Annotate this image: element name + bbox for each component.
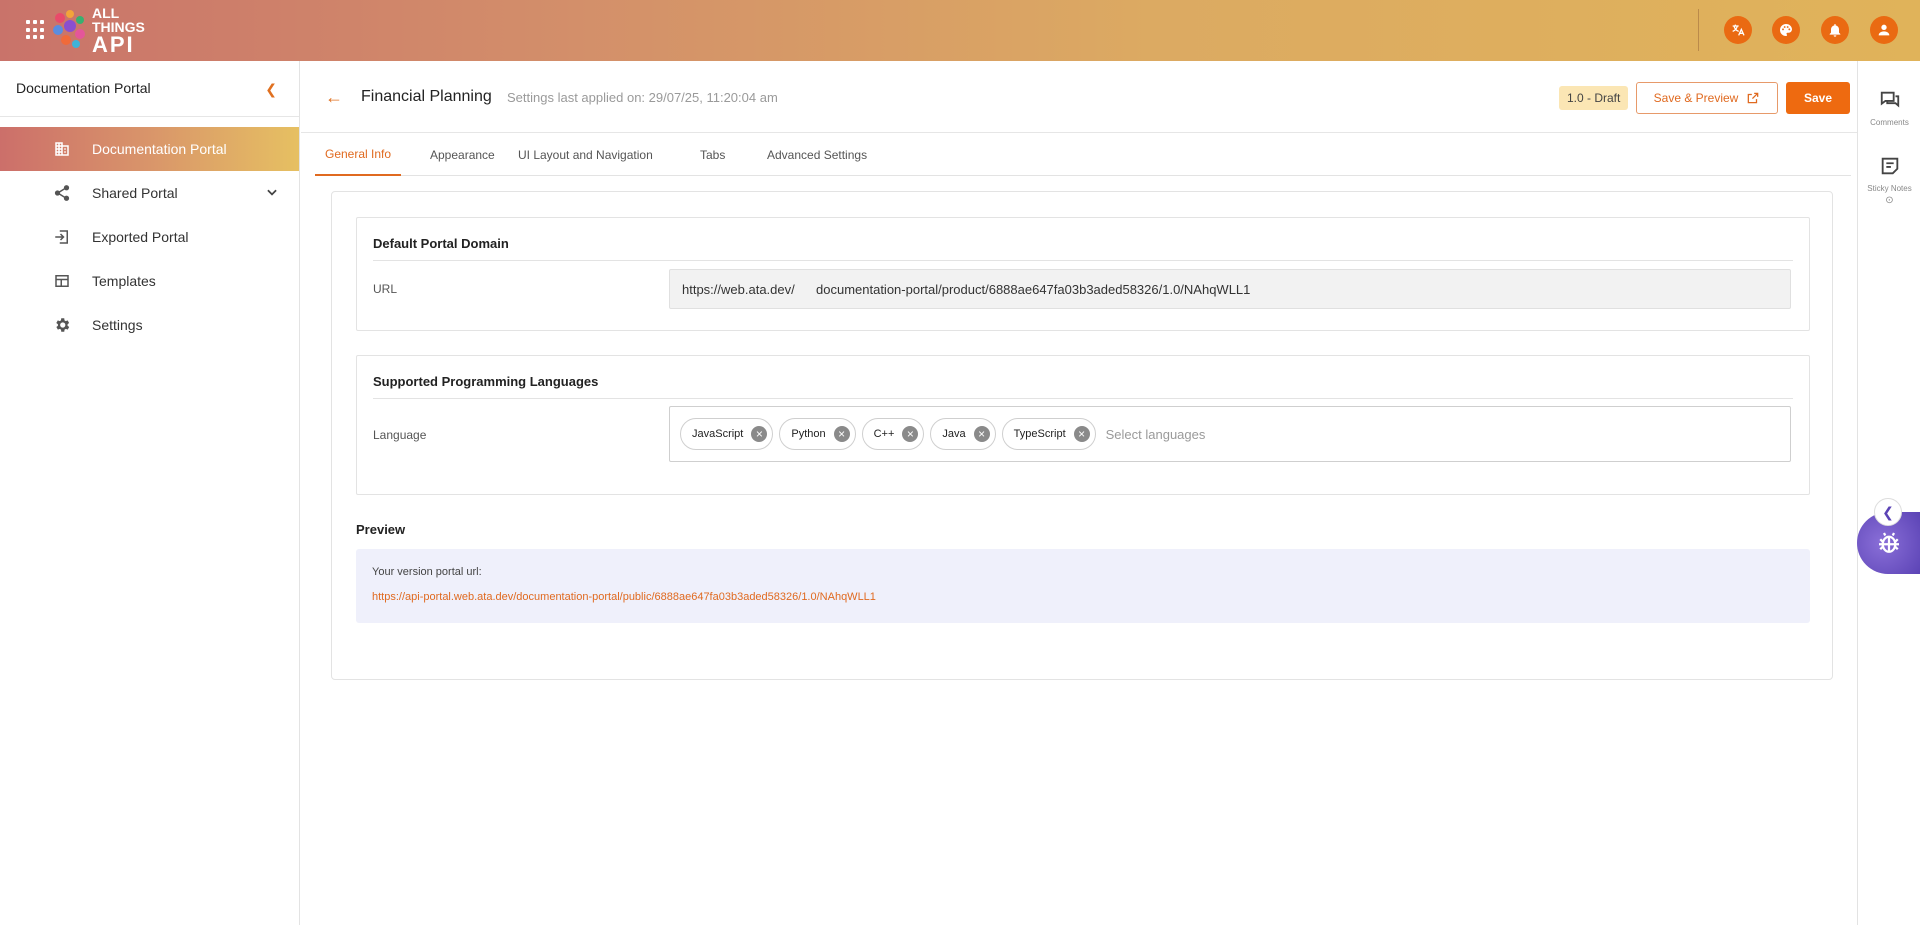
preview-url-link[interactable]: https://api-portal.web.ata.dev/documenta… (372, 591, 876, 603)
chip-label: JavaScript (692, 428, 744, 440)
bell-icon[interactable] (1821, 16, 1849, 44)
chip-label: C++ (873, 428, 895, 440)
sticky-notes-icon (1881, 157, 1898, 175)
sidebar-item-templates[interactable]: Templates (0, 259, 299, 303)
top-bar: ALL THINGS API (0, 0, 1920, 61)
collapse-sidebar-icon[interactable]: ❮ (265, 81, 277, 98)
language-label: Language (373, 428, 427, 442)
remove-chip-icon[interactable]: × (751, 426, 768, 442)
preview-title: Preview (356, 522, 406, 537)
url-path: documentation-portal/product/6888ae647fa… (816, 281, 1251, 297)
logo-mark-icon (53, 10, 85, 48)
language-chip[interactable]: JavaScript × (680, 418, 774, 450)
preview-label: Your version portal url: (372, 566, 482, 578)
default-portal-domain-section: Default Portal Domain URL https://web.at… (356, 217, 1810, 331)
chip-label: Java (942, 428, 966, 440)
sidebar-item-documentation-portal[interactable]: Documentation Portal (0, 127, 299, 171)
section-title: Supported Programming Languages (373, 374, 599, 389)
topbar-divider (1698, 9, 1699, 51)
page-title: Financial Planning (361, 88, 492, 105)
section-title: Default Portal Domain (373, 236, 509, 251)
chevron-down-icon[interactable] (265, 185, 279, 202)
back-arrow-icon[interactable]: ← (325, 87, 343, 108)
tab-bar: General Info Appearance UI Layout and Na… (315, 134, 1851, 176)
comments-icon (1880, 91, 1899, 108)
save-and-preview-label: Save & Preview (1653, 91, 1739, 105)
save-and-preview-button[interactable]: Save & Preview (1636, 82, 1778, 114)
supported-languages-section: Supported Programming Languages Language… (356, 355, 1810, 495)
right-rail: Comments Sticky Notes ⊙ (1857, 61, 1920, 925)
language-chip[interactable]: TypeScript × (1001, 418, 1096, 450)
remove-chip-icon[interactable]: × (1073, 426, 1090, 442)
sticky-notes-button[interactable]: Sticky Notes ⊙ (1858, 155, 1920, 206)
sidebar-item-shared-portal[interactable]: Shared Portal (0, 171, 299, 215)
sidebar-item-exported-portal[interactable]: Exported Portal (0, 215, 299, 259)
sidebar-item-label: Exported Portal (92, 229, 189, 245)
sidebar-item-label: Shared Portal (92, 185, 178, 201)
main-content: ← Financial Planning Settings last appli… (301, 61, 1857, 925)
tab-appearance[interactable]: Appearance (420, 134, 505, 176)
chevron-left-icon[interactable]: ❮ (1874, 498, 1902, 526)
language-multiselect[interactable]: JavaScript × Python × C++ × Java × TypeS… (669, 406, 1791, 462)
tab-tabs[interactable]: Tabs (690, 134, 735, 176)
sidebar-item-label: Documentation Portal (92, 141, 227, 157)
share-icon (52, 183, 72, 203)
chip-label: Python (791, 428, 826, 440)
palette-icon[interactable] (1772, 16, 1800, 44)
translate-icon[interactable] (1724, 16, 1752, 44)
sidebar-item-settings[interactable]: Settings (0, 303, 299, 347)
url-label: URL (373, 282, 398, 296)
comments-label: Comments (1870, 118, 1909, 127)
building-icon (52, 139, 72, 159)
expand-chevron-icon[interactable]: ⊙ (1858, 195, 1920, 206)
apps-grid-icon[interactable] (26, 20, 46, 40)
tab-general-info[interactable]: General Info (315, 134, 402, 176)
language-search-input[interactable]: Select languages (1106, 427, 1206, 442)
language-chip[interactable]: Java × (930, 418, 996, 450)
account-icon[interactable] (1870, 16, 1898, 44)
url-prefix: https://web.ata.dev/ (682, 281, 795, 297)
sticky-notes-label: Sticky Notes (1867, 184, 1912, 193)
remove-chip-icon[interactable]: × (973, 426, 990, 442)
language-chip[interactable]: C++ × (861, 418, 925, 450)
url-field: https://web.ata.dev/ documentation-porta… (669, 269, 1791, 309)
sidebar-title: Documentation Portal (16, 80, 151, 96)
logo-text: ALL THINGS API (92, 6, 145, 56)
sidebar-header: Documentation Portal ❮ (0, 61, 299, 117)
remove-chip-icon[interactable]: × (902, 426, 919, 442)
divider (373, 398, 1793, 399)
export-icon (52, 227, 72, 247)
tab-ui-layout-navigation[interactable]: UI Layout and Navigation (508, 134, 663, 176)
page-header: ← Financial Planning Settings last appli… (301, 61, 1857, 133)
sidebar-item-label: Templates (92, 273, 156, 289)
comments-button[interactable]: Comments (1858, 89, 1920, 127)
sidebar: Documentation Portal ❮ Documentation Por… (0, 61, 300, 925)
sidebar-item-label: Settings (92, 317, 143, 333)
logo-text-line3: API (92, 32, 135, 57)
chip-label: TypeScript (1013, 428, 1066, 440)
preview-box: Your version portal url: https://api-por… (356, 549, 1810, 623)
logo-text-line1: ALL (92, 5, 120, 21)
general-info-card: Default Portal Domain URL https://web.at… (331, 191, 1833, 680)
bug-icon (1878, 532, 1899, 553)
divider (373, 260, 1793, 261)
open-external-icon (1748, 92, 1759, 104)
tab-advanced-settings[interactable]: Advanced Settings (757, 134, 877, 176)
logo[interactable]: ALL THINGS API (52, 6, 145, 56)
template-icon (52, 271, 72, 291)
save-button[interactable]: Save (1786, 82, 1850, 114)
last-applied-text: Settings last applied on: 29/07/25, 11:2… (507, 90, 778, 105)
gear-icon (52, 315, 72, 335)
remove-chip-icon[interactable]: × (833, 426, 850, 442)
version-badge: 1.0 - Draft (1559, 86, 1629, 110)
language-chip[interactable]: Python × (779, 418, 856, 450)
